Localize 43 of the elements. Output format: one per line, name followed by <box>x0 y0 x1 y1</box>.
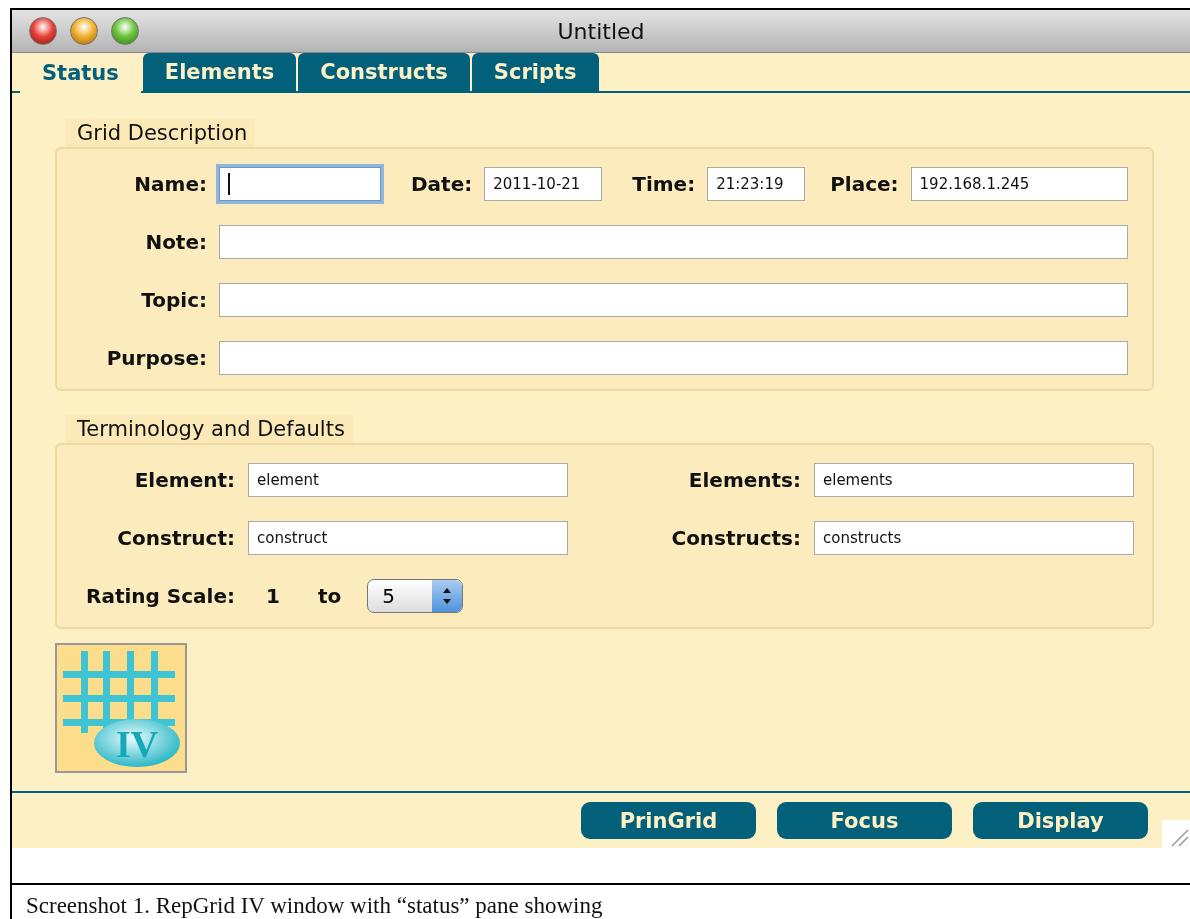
group-legend: Grid Description <box>65 119 256 147</box>
field-label: Date: <box>411 172 473 196</box>
action-button[interactable]: Display <box>973 802 1148 839</box>
field-label: Rating Scale: <box>85 584 235 608</box>
field-label: Elements: <box>687 468 801 492</box>
stepper-arrows-icon <box>432 580 463 612</box>
text-field[interactable]: 2011-10-21 <box>484 167 603 201</box>
field-label: Element: <box>133 468 235 492</box>
action-button[interactable]: PrinGrid <box>581 802 756 839</box>
text-field[interactable]: 192.168.1.245 <box>910 167 1128 201</box>
text-field[interactable] <box>219 283 1128 317</box>
text-cursor <box>228 173 230 195</box>
field-label: Purpose: <box>105 346 207 370</box>
text-field[interactable] <box>219 167 381 201</box>
field-label: Place: <box>830 172 899 196</box>
field-label: Time: <box>632 172 696 196</box>
text-field[interactable] <box>219 341 1128 375</box>
scale-minimum: 1 <box>266 584 280 608</box>
text-field[interactable]: 21:23:19 <box>707 167 806 201</box>
text-field[interactable]: element <box>248 463 568 497</box>
group-legend: Terminology and Defaults <box>65 415 353 443</box>
text-field[interactable]: construct <box>248 521 568 555</box>
field-label: Name: <box>133 172 207 196</box>
text-field[interactable]: constructs <box>814 521 1134 555</box>
scale-maximum-select[interactable]: 5 <box>367 579 464 613</box>
minimize-button[interactable] <box>70 17 98 45</box>
window-title: Untitled <box>557 18 645 44</box>
app-logo: IV <box>55 643 187 773</box>
field-label: Note: <box>144 230 207 254</box>
field-label: Topic: <box>140 288 207 312</box>
field-label: Construct: <box>116 526 235 550</box>
resize-grip-icon[interactable] <box>1162 820 1190 848</box>
action-button[interactable]: Focus <box>777 802 952 839</box>
field-label: Constructs: <box>670 526 801 550</box>
close-button[interactable] <box>29 17 57 45</box>
zoom-button[interactable] <box>111 17 139 45</box>
tab[interactable]: Elements <box>142 53 297 91</box>
scale-joiner: to <box>317 584 342 608</box>
figure-caption: Screenshot 1. RepGrid IV window with “status” pane showing <box>25 892 604 919</box>
tab[interactable]: Constructs <box>298 53 470 91</box>
text-field[interactable] <box>219 225 1128 259</box>
tab[interactable]: Scripts <box>471 53 599 91</box>
text-field[interactable]: elements <box>814 463 1134 497</box>
